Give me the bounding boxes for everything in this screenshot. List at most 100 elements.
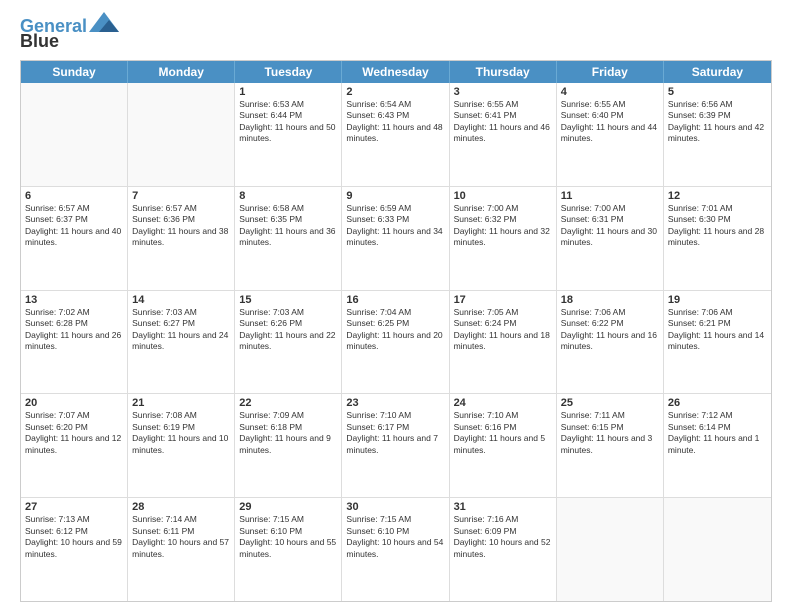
weekday-header: Thursday — [450, 61, 557, 83]
calendar-day-cell: 9Sunrise: 6:59 AMSunset: 6:33 PMDaylight… — [342, 187, 449, 290]
calendar-day-cell: 3Sunrise: 6:55 AMSunset: 6:41 PMDaylight… — [450, 83, 557, 186]
day-info: Sunrise: 6:53 AMSunset: 6:44 PMDaylight:… — [239, 99, 337, 145]
calendar-header: SundayMondayTuesdayWednesdayThursdayFrid… — [21, 61, 771, 83]
calendar-day-cell: 23Sunrise: 7:10 AMSunset: 6:17 PMDayligh… — [342, 394, 449, 497]
day-info: Sunrise: 7:16 AMSunset: 6:09 PMDaylight:… — [454, 514, 552, 560]
weekday-header: Friday — [557, 61, 664, 83]
day-number: 10 — [454, 190, 552, 202]
day-number: 9 — [346, 190, 444, 202]
day-info: Sunrise: 7:02 AMSunset: 6:28 PMDaylight:… — [25, 307, 123, 353]
day-info: Sunrise: 7:04 AMSunset: 6:25 PMDaylight:… — [346, 307, 444, 353]
day-number: 22 — [239, 397, 337, 409]
weekday-header: Saturday — [664, 61, 771, 83]
calendar-day-cell: 18Sunrise: 7:06 AMSunset: 6:22 PMDayligh… — [557, 291, 664, 394]
calendar-week-row: 13Sunrise: 7:02 AMSunset: 6:28 PMDayligh… — [21, 291, 771, 395]
day-number: 19 — [668, 294, 767, 306]
calendar-day-cell: 14Sunrise: 7:03 AMSunset: 6:27 PMDayligh… — [128, 291, 235, 394]
day-number: 26 — [668, 397, 767, 409]
calendar-day-cell: 27Sunrise: 7:13 AMSunset: 6:12 PMDayligh… — [21, 498, 128, 601]
calendar-day-cell: 25Sunrise: 7:11 AMSunset: 6:15 PMDayligh… — [557, 394, 664, 497]
weekday-header: Sunday — [21, 61, 128, 83]
day-info: Sunrise: 6:59 AMSunset: 6:33 PMDaylight:… — [346, 203, 444, 249]
day-info: Sunrise: 7:10 AMSunset: 6:17 PMDaylight:… — [346, 410, 444, 456]
day-number: 8 — [239, 190, 337, 202]
calendar-day-cell: 20Sunrise: 7:07 AMSunset: 6:20 PMDayligh… — [21, 394, 128, 497]
calendar-day-cell: 8Sunrise: 6:58 AMSunset: 6:35 PMDaylight… — [235, 187, 342, 290]
day-info: Sunrise: 7:11 AMSunset: 6:15 PMDaylight:… — [561, 410, 659, 456]
day-info: Sunrise: 7:07 AMSunset: 6:20 PMDaylight:… — [25, 410, 123, 456]
calendar-day-cell: 11Sunrise: 7:00 AMSunset: 6:31 PMDayligh… — [557, 187, 664, 290]
day-number: 4 — [561, 86, 659, 98]
calendar-week-row: 1Sunrise: 6:53 AMSunset: 6:44 PMDaylight… — [21, 83, 771, 187]
calendar-day-cell: 13Sunrise: 7:02 AMSunset: 6:28 PMDayligh… — [21, 291, 128, 394]
day-info: Sunrise: 7:10 AMSunset: 6:16 PMDaylight:… — [454, 410, 552, 456]
day-info: Sunrise: 7:15 AMSunset: 6:10 PMDaylight:… — [346, 514, 444, 560]
day-info: Sunrise: 7:01 AMSunset: 6:30 PMDaylight:… — [668, 203, 767, 249]
day-number: 6 — [25, 190, 123, 202]
calendar-day-cell: 30Sunrise: 7:15 AMSunset: 6:10 PMDayligh… — [342, 498, 449, 601]
day-info: Sunrise: 6:55 AMSunset: 6:41 PMDaylight:… — [454, 99, 552, 145]
day-number: 11 — [561, 190, 659, 202]
calendar-day-cell: 28Sunrise: 7:14 AMSunset: 6:11 PMDayligh… — [128, 498, 235, 601]
day-info: Sunrise: 7:12 AMSunset: 6:14 PMDaylight:… — [668, 410, 767, 456]
weekday-header: Wednesday — [342, 61, 449, 83]
day-number: 14 — [132, 294, 230, 306]
calendar-week-row: 27Sunrise: 7:13 AMSunset: 6:12 PMDayligh… — [21, 498, 771, 601]
calendar-day-cell: 7Sunrise: 6:57 AMSunset: 6:36 PMDaylight… — [128, 187, 235, 290]
day-info: Sunrise: 6:56 AMSunset: 6:39 PMDaylight:… — [668, 99, 767, 145]
day-number: 18 — [561, 294, 659, 306]
day-number: 29 — [239, 501, 337, 513]
calendar: SundayMondayTuesdayWednesdayThursdayFrid… — [20, 60, 772, 602]
calendar-day-cell — [21, 83, 128, 186]
day-number: 1 — [239, 86, 337, 98]
day-info: Sunrise: 6:58 AMSunset: 6:35 PMDaylight:… — [239, 203, 337, 249]
day-number: 15 — [239, 294, 337, 306]
day-number: 20 — [25, 397, 123, 409]
day-info: Sunrise: 7:03 AMSunset: 6:27 PMDaylight:… — [132, 307, 230, 353]
day-info: Sunrise: 6:57 AMSunset: 6:37 PMDaylight:… — [25, 203, 123, 249]
day-number: 23 — [346, 397, 444, 409]
day-info: Sunrise: 6:55 AMSunset: 6:40 PMDaylight:… — [561, 99, 659, 145]
day-number: 24 — [454, 397, 552, 409]
calendar-day-cell — [557, 498, 664, 601]
day-info: Sunrise: 7:00 AMSunset: 6:32 PMDaylight:… — [454, 203, 552, 249]
calendar-day-cell: 5Sunrise: 6:56 AMSunset: 6:39 PMDaylight… — [664, 83, 771, 186]
calendar-day-cell: 10Sunrise: 7:00 AMSunset: 6:32 PMDayligh… — [450, 187, 557, 290]
day-info: Sunrise: 7:09 AMSunset: 6:18 PMDaylight:… — [239, 410, 337, 456]
day-number: 5 — [668, 86, 767, 98]
calendar-day-cell: 16Sunrise: 7:04 AMSunset: 6:25 PMDayligh… — [342, 291, 449, 394]
day-info: Sunrise: 7:05 AMSunset: 6:24 PMDaylight:… — [454, 307, 552, 353]
day-number: 30 — [346, 501, 444, 513]
day-info: Sunrise: 7:13 AMSunset: 6:12 PMDaylight:… — [25, 514, 123, 560]
day-info: Sunrise: 6:54 AMSunset: 6:43 PMDaylight:… — [346, 99, 444, 145]
day-number: 7 — [132, 190, 230, 202]
logo-icon — [89, 12, 119, 32]
calendar-day-cell: 19Sunrise: 7:06 AMSunset: 6:21 PMDayligh… — [664, 291, 771, 394]
day-number: 3 — [454, 86, 552, 98]
calendar-day-cell: 4Sunrise: 6:55 AMSunset: 6:40 PMDaylight… — [557, 83, 664, 186]
calendar-day-cell — [128, 83, 235, 186]
calendar-body: 1Sunrise: 6:53 AMSunset: 6:44 PMDaylight… — [21, 83, 771, 601]
day-info: Sunrise: 7:14 AMSunset: 6:11 PMDaylight:… — [132, 514, 230, 560]
day-number: 12 — [668, 190, 767, 202]
day-info: Sunrise: 7:03 AMSunset: 6:26 PMDaylight:… — [239, 307, 337, 353]
calendar-day-cell: 2Sunrise: 6:54 AMSunset: 6:43 PMDaylight… — [342, 83, 449, 186]
day-number: 28 — [132, 501, 230, 513]
calendar-day-cell: 31Sunrise: 7:16 AMSunset: 6:09 PMDayligh… — [450, 498, 557, 601]
day-number: 16 — [346, 294, 444, 306]
calendar-day-cell: 17Sunrise: 7:05 AMSunset: 6:24 PMDayligh… — [450, 291, 557, 394]
calendar-day-cell: 22Sunrise: 7:09 AMSunset: 6:18 PMDayligh… — [235, 394, 342, 497]
day-number: 31 — [454, 501, 552, 513]
day-info: Sunrise: 7:00 AMSunset: 6:31 PMDaylight:… — [561, 203, 659, 249]
calendar-week-row: 20Sunrise: 7:07 AMSunset: 6:20 PMDayligh… — [21, 394, 771, 498]
day-number: 25 — [561, 397, 659, 409]
day-info: Sunrise: 7:06 AMSunset: 6:21 PMDaylight:… — [668, 307, 767, 353]
calendar-day-cell: 29Sunrise: 7:15 AMSunset: 6:10 PMDayligh… — [235, 498, 342, 601]
calendar-day-cell: 15Sunrise: 7:03 AMSunset: 6:26 PMDayligh… — [235, 291, 342, 394]
weekday-header: Monday — [128, 61, 235, 83]
calendar-day-cell — [664, 498, 771, 601]
calendar-day-cell: 21Sunrise: 7:08 AMSunset: 6:19 PMDayligh… — [128, 394, 235, 497]
logo: General Blue — [20, 16, 119, 52]
day-info: Sunrise: 7:06 AMSunset: 6:22 PMDaylight:… — [561, 307, 659, 353]
calendar-day-cell: 12Sunrise: 7:01 AMSunset: 6:30 PMDayligh… — [664, 187, 771, 290]
